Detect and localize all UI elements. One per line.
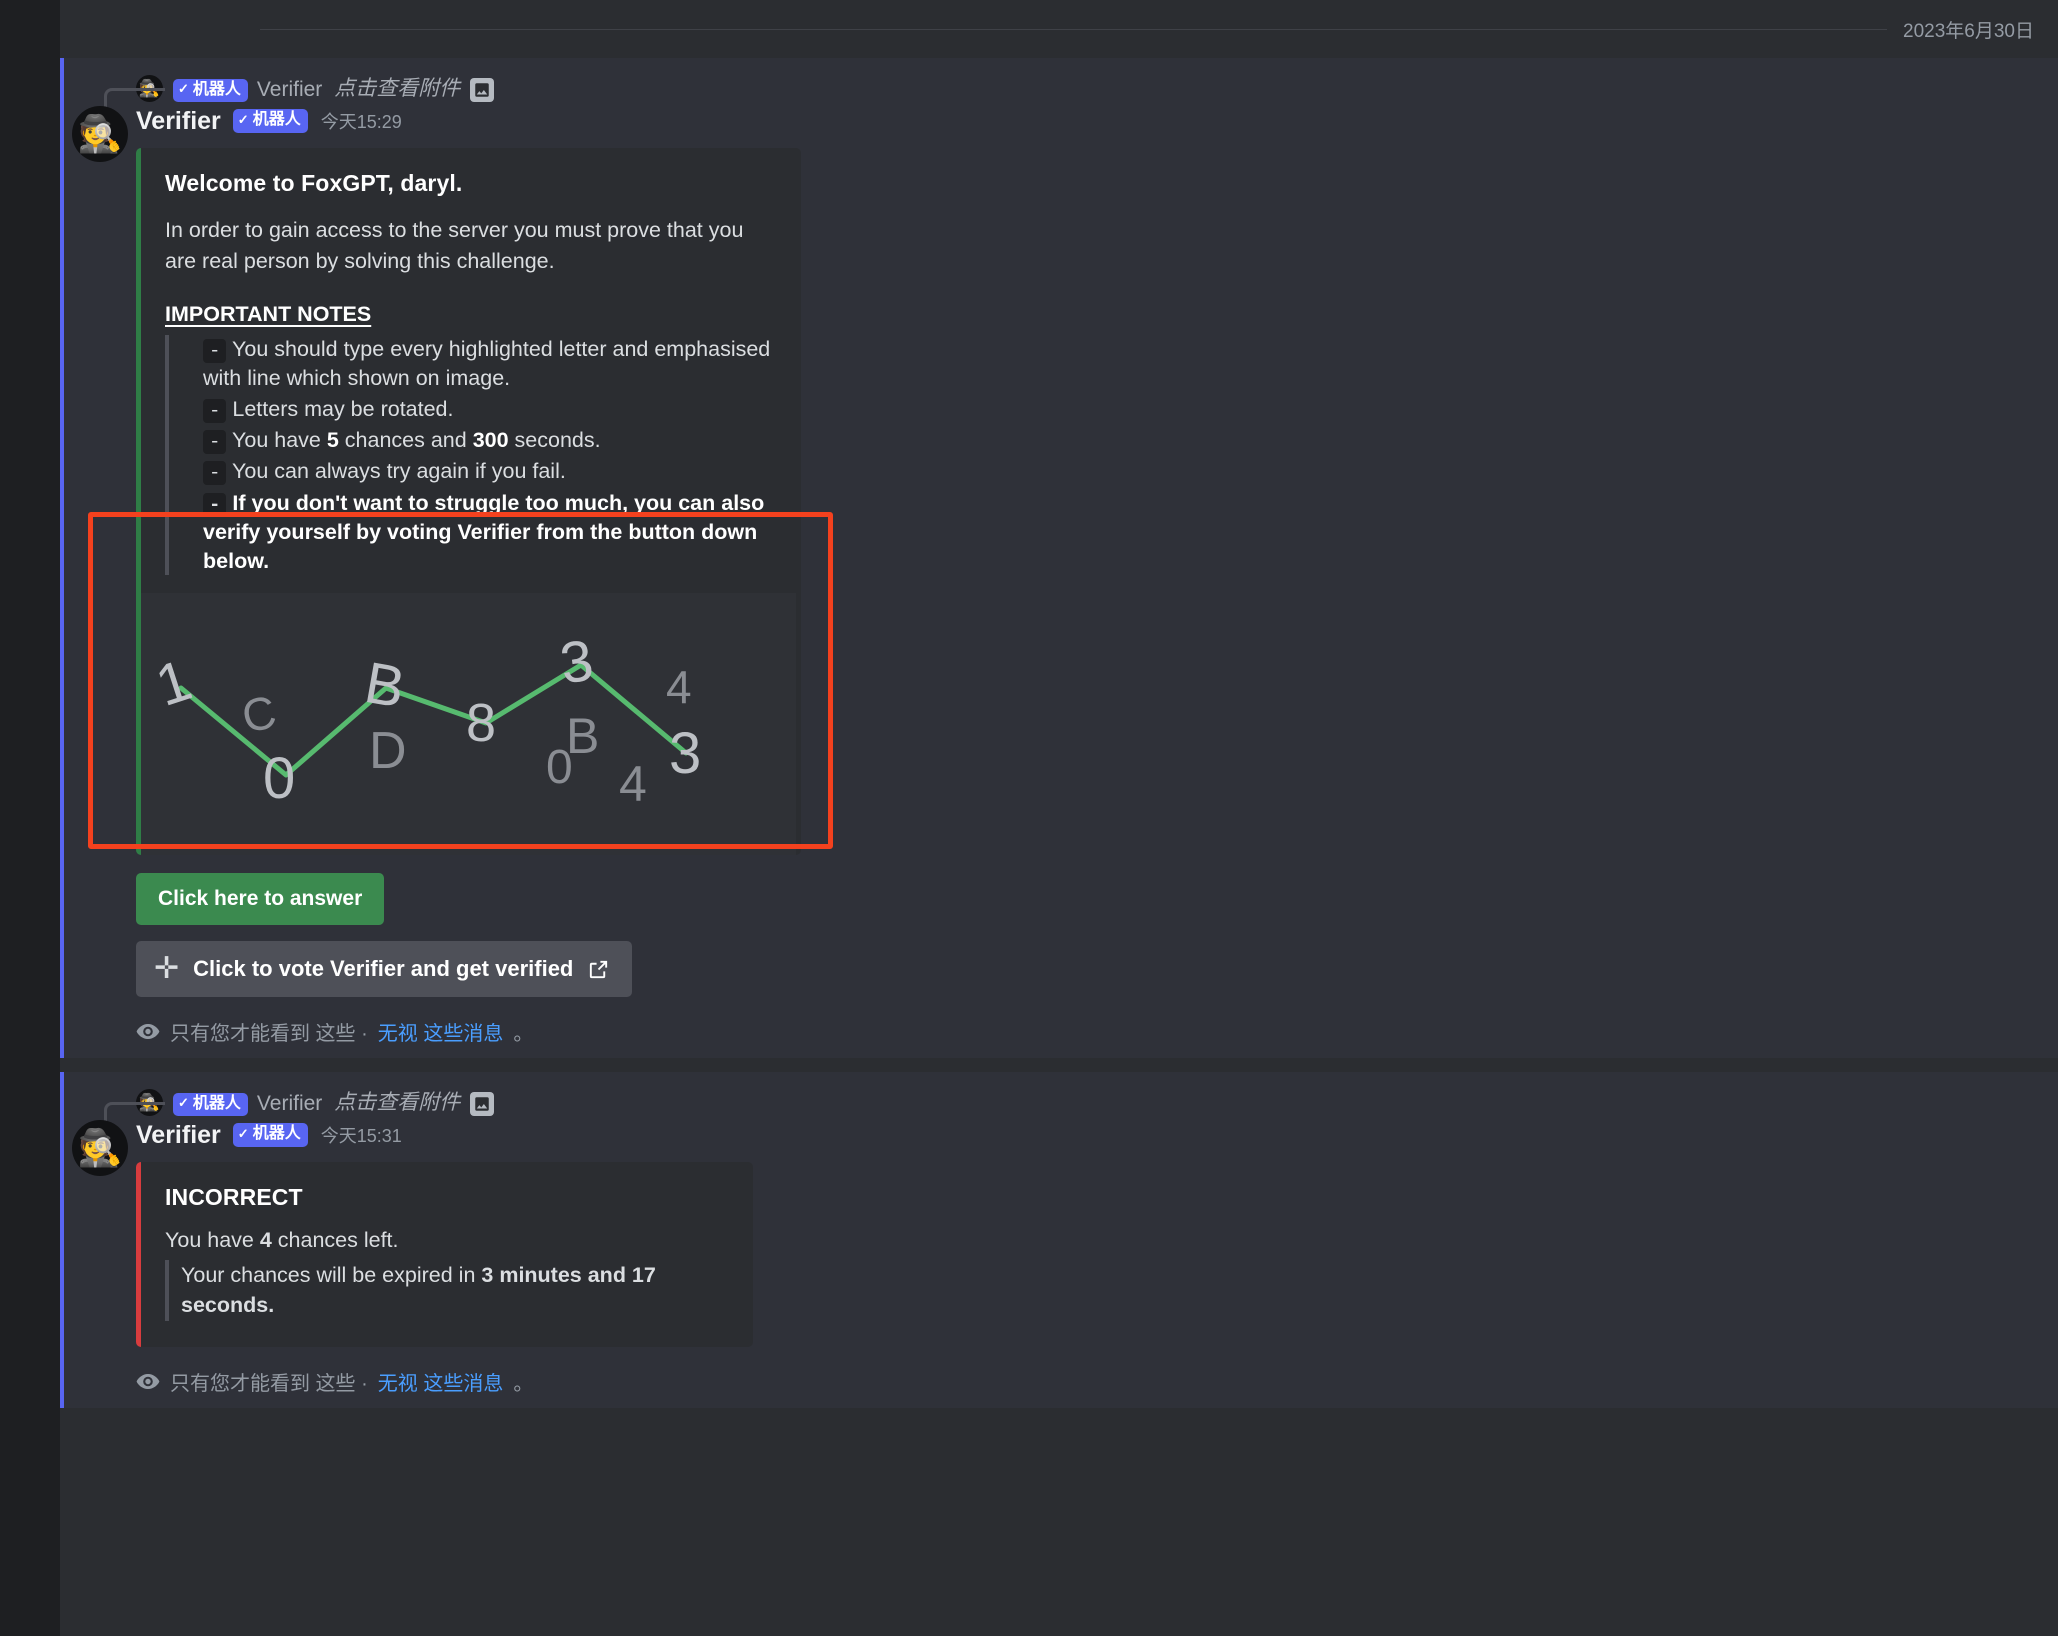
message-timestamp: 今天15:31 bbox=[320, 1126, 402, 1147]
embed-description: In order to gain access to the server yo… bbox=[165, 218, 744, 273]
avatar[interactable]: 🕵️ bbox=[72, 1120, 128, 1177]
reply-reference[interactable]: 🕵️ ✓ 机器人 Verifier 点击查看附件 bbox=[64, 1082, 2058, 1128]
embed-title-brand: FoxGPT bbox=[301, 170, 388, 196]
reply-preview-text: 点击查看附件 bbox=[334, 1091, 461, 1115]
ephemeral-text-b: 。 bbox=[513, 1372, 534, 1395]
image-icon bbox=[470, 78, 495, 102]
message-header: Verifier ✓ 机器人 今天15:29 bbox=[136, 104, 2058, 138]
bot-badge-label: 机器人 bbox=[252, 111, 301, 129]
ephemeral-notice: 只有您才能看到 这些 · 无视 这些消息。 bbox=[136, 1017, 2058, 1046]
verified-check-icon: ✓ bbox=[237, 1126, 249, 1142]
answer-button[interactable]: Click here to answer bbox=[136, 873, 385, 926]
embed-title-part-b: , daryl. bbox=[387, 170, 463, 196]
note-text: If you don't want to struggle too much, … bbox=[203, 490, 765, 573]
vote-button-label: Click to vote Verifier and get verified bbox=[193, 956, 574, 982]
expiry-quote: Your chances will be expired in 3 minute… bbox=[165, 1259, 731, 1321]
note-item: - Letters may be rotated. bbox=[181, 395, 779, 424]
note-text: Letters may be rotated. bbox=[232, 396, 454, 421]
note-item: - You have 5 chances and 300 seconds. bbox=[181, 426, 779, 455]
note-text: You can always try again if you fail. bbox=[232, 459, 566, 484]
reply-reference[interactable]: 🕵️ ✓ 机器人 Verifier 点击查看附件 bbox=[64, 68, 2058, 113]
note-bullet: - bbox=[203, 492, 227, 517]
captcha-line-graph: C D B 0 4 4 1 0 B 8 3 3 bbox=[141, 593, 796, 856]
eye-icon bbox=[136, 1373, 160, 1389]
reply-author: Verifier bbox=[256, 1092, 323, 1116]
note-text: You have 5 chances and 300 seconds. bbox=[232, 428, 601, 453]
bot-badge: ✓ 机器人 bbox=[173, 1092, 248, 1117]
chances-left-count: 4 bbox=[259, 1228, 272, 1253]
captcha-decoy-char: 4 bbox=[619, 756, 647, 812]
message-group-welcome: 🕵️ ✓ 机器人 Verifier 点击查看附件 🕵️ Verifier ✓ 机… bbox=[60, 58, 2058, 1059]
verified-check-icon: ✓ bbox=[178, 1095, 189, 1111]
captcha-decoy-char: D bbox=[369, 722, 407, 780]
captcha-answer-char: 3 bbox=[669, 721, 701, 786]
bot-badge: ✓ 机器人 bbox=[232, 1123, 308, 1147]
verified-check-icon: ✓ bbox=[178, 81, 189, 97]
note-item: - You can always try again if you fail. bbox=[181, 457, 779, 486]
reply-author: Verifier bbox=[256, 78, 323, 101]
server-rail bbox=[0, 0, 60, 1636]
ephemeral-text-a: 只有您才能看到 这些 · bbox=[170, 1372, 368, 1395]
dismiss-messages-link[interactable]: 无视 这些消息 bbox=[378, 1367, 504, 1396]
vote-verifier-button[interactable]: ✛ Click to vote Verifier and get verifie… bbox=[136, 941, 633, 998]
captcha-answer-char: 8 bbox=[466, 693, 496, 753]
embed-title: INCORRECT bbox=[165, 1184, 303, 1211]
message-author[interactable]: Verifier bbox=[136, 1121, 221, 1150]
ephemeral-text-b: 。 bbox=[513, 1023, 534, 1046]
ephemeral-text-a: 只有您才能看到 这些 · bbox=[170, 1023, 368, 1046]
verified-check-icon: ✓ bbox=[237, 112, 249, 128]
message-timestamp: 今天15:29 bbox=[320, 112, 402, 132]
captcha-answer-char: 0 bbox=[263, 746, 295, 811]
notes-heading: IMPORTANT NOTES bbox=[165, 302, 372, 327]
embed-title-part-a: Welcome to bbox=[165, 170, 302, 196]
chances-left-prefix: You have bbox=[165, 1228, 260, 1253]
reply-preview-text: 点击查看附件 bbox=[334, 77, 461, 100]
date-divider: 2023年6月30日 bbox=[0, 0, 2058, 58]
date-label: 2023年6月30日 bbox=[1903, 20, 2034, 42]
image-icon bbox=[470, 1092, 495, 1117]
expiry-prefix: Your chances will be expired in bbox=[181, 1262, 482, 1287]
note-item: - You should type every highlighted lett… bbox=[181, 335, 779, 393]
avatar[interactable]: 🕵️ bbox=[72, 106, 128, 162]
expiry-text: Your chances will be expired in 3 minute… bbox=[181, 1260, 731, 1321]
note-bullet: - bbox=[203, 430, 227, 455]
eye-icon bbox=[136, 1024, 160, 1040]
note-bullet: - bbox=[203, 398, 227, 423]
bot-badge-label: 机器人 bbox=[192, 1094, 241, 1112]
note-bullet: - bbox=[203, 339, 227, 364]
bot-badge-label: 机器人 bbox=[252, 1125, 301, 1143]
note-text: You should type every highlighted letter… bbox=[203, 337, 771, 391]
ephemeral-notice: 只有您才能看到 这些 · 无视 这些消息。 bbox=[136, 1367, 2058, 1396]
plus-icon: ✛ bbox=[154, 952, 180, 986]
message-author[interactable]: Verifier bbox=[136, 107, 221, 136]
captcha-image[interactable]: C D B 0 4 4 1 0 B 8 3 3 bbox=[141, 593, 796, 856]
message-body: 🕵️ Verifier ✓ 机器人 今天15:31 INCORRECT You … bbox=[64, 1116, 2058, 1396]
note-bullet: - bbox=[203, 461, 227, 486]
chances-left-text: You have 4 chances left. bbox=[165, 1225, 731, 1256]
message-header: Verifier ✓ 机器人 今天15:31 bbox=[136, 1118, 2058, 1152]
embed-incorrect: INCORRECT You have 4 chances left. Your … bbox=[136, 1162, 753, 1347]
embed-title: Welcome to FoxGPT, daryl. bbox=[165, 170, 779, 197]
external-link-icon bbox=[590, 960, 608, 978]
divider-rule bbox=[260, 28, 1888, 30]
message-group-incorrect: 🕵️ ✓ 机器人 Verifier 点击查看附件 🕵️ Verifier ✓ 机… bbox=[60, 1072, 2058, 1408]
dismiss-messages-link[interactable]: 无视 这些消息 bbox=[378, 1017, 504, 1046]
bot-badge: ✓ 机器人 bbox=[173, 78, 248, 102]
note-item: - If you don't want to struggle too much… bbox=[181, 489, 779, 575]
bot-badge: ✓ 机器人 bbox=[232, 109, 308, 133]
captcha-decoy-char: 0 bbox=[546, 741, 573, 794]
message-body: 🕵️ Verifier ✓ 机器人 今天15:29 Welcome to Fox… bbox=[64, 102, 2058, 1046]
captcha-decoy-char: 4 bbox=[666, 661, 692, 713]
embed-challenge: Welcome to FoxGPT, daryl. In order to ga… bbox=[136, 148, 801, 856]
bot-badge-label: 机器人 bbox=[192, 80, 241, 98]
chances-left-suffix: chances left. bbox=[271, 1228, 399, 1253]
notes-list: - You should type every highlighted lett… bbox=[165, 335, 779, 576]
